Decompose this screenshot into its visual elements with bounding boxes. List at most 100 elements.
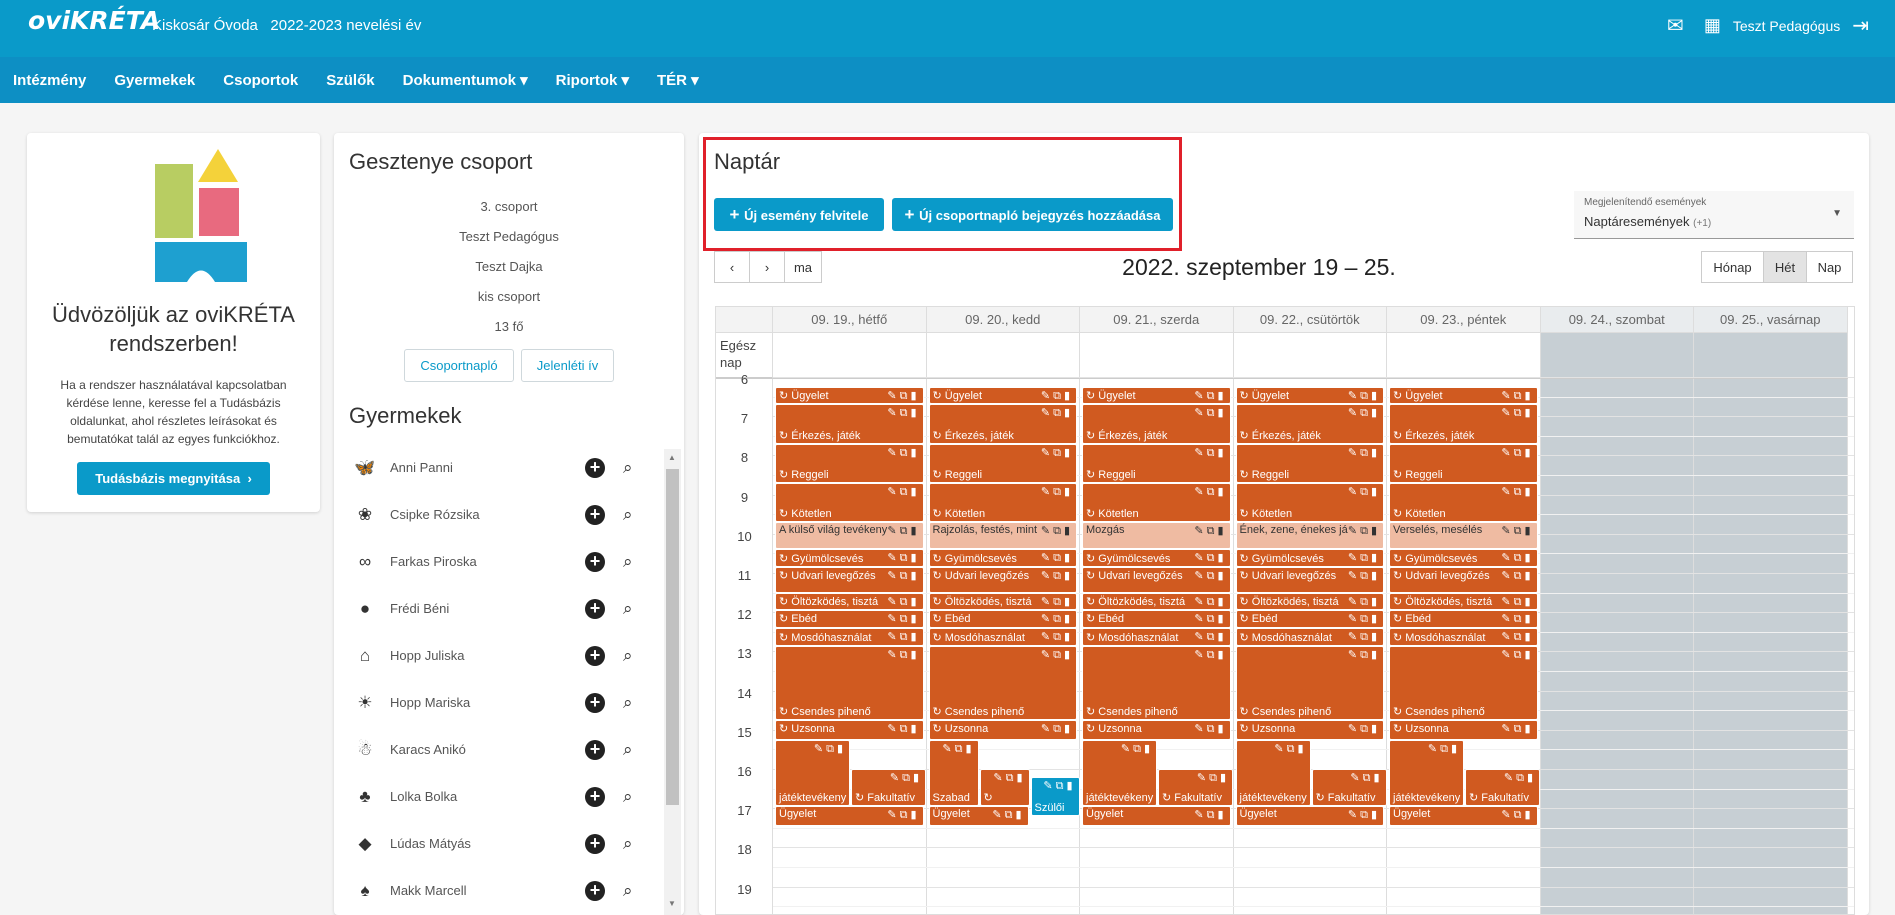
- attachment-icon[interactable]: ⌕: [623, 693, 633, 713]
- calendar-event[interactable]: ↻ Udvari levegőzés ✎⧉▮: [775, 567, 924, 593]
- calendar-event[interactable]: ↻ Ebéd ✎⧉▮: [1389, 610, 1538, 628]
- event-actions-icon[interactable]: ✎⧉▮: [1194, 406, 1226, 420]
- calendar-event[interactable]: ↻ Ebéd ✎⧉▮: [928, 610, 1077, 628]
- event-actions-icon[interactable]: ✎⧉▮: [1501, 595, 1533, 609]
- calendar-event[interactable]: ↻ Ebéd ✎⧉▮: [1235, 610, 1384, 628]
- event-actions-icon[interactable]: ✎⧉▮: [1121, 742, 1153, 756]
- calendar-event[interactable]: ↻ Öltözködés, tisztá ✎⧉▮: [1389, 592, 1538, 611]
- calendar-event[interactable]: ↻ Uzsonna ✎⧉▮: [1389, 720, 1538, 740]
- attachment-icon[interactable]: ⌕: [623, 834, 633, 854]
- calendar-event[interactable]: ↻ Kötetlen ✎⧉▮: [775, 482, 924, 523]
- calendar-event[interactable]: ↻ Reggeli ✎⧉▮: [1082, 443, 1231, 483]
- user-name[interactable]: Teszt Pedagógus: [1733, 18, 1840, 34]
- calendar-event[interactable]: ↻ Csendes pihenő ✎⧉▮: [1235, 645, 1384, 720]
- attachment-icon[interactable]: ⌕: [623, 505, 633, 525]
- event-actions-icon[interactable]: ✎⧉▮: [1501, 446, 1533, 460]
- event-actions-icon[interactable]: ✎⧉▮: [890, 771, 922, 785]
- calendar-event[interactable]: ↻ Fakultatív ✎⧉▮: [1311, 769, 1387, 807]
- calendar-event[interactable]: ↻ Érkezés, játék ✎⧉▮: [775, 404, 924, 444]
- calendar-event[interactable]: ↻ Uzsonna ✎⧉▮: [928, 720, 1077, 740]
- nav-intezmeny[interactable]: Intézmény: [13, 72, 86, 89]
- calendar-event[interactable]: ↻ Ebéd ✎⧉▮: [775, 610, 924, 628]
- calendar-event[interactable]: ↻ Fakultatív ✎⧉▮: [1158, 769, 1233, 807]
- event-actions-icon[interactable]: ✎⧉▮: [993, 771, 1025, 785]
- calendar-event[interactable]: ↻ ✎⧉▮: [979, 769, 1030, 807]
- calendar-event[interactable]: Verselés, mesélés ✎⧉▮: [1389, 522, 1538, 550]
- event-actions-icon[interactable]: ✎⧉▮: [1041, 524, 1073, 538]
- day-column[interactable]: [1540, 379, 1694, 914]
- calendar-event[interactable]: Ügyelet ✎⧉▮: [1389, 806, 1538, 826]
- event-actions-icon[interactable]: ✎⧉▮: [1348, 722, 1380, 736]
- event-actions-icon[interactable]: ✎⧉▮: [1043, 779, 1075, 793]
- attachment-icon[interactable]: ⌕: [623, 599, 633, 619]
- event-actions-icon[interactable]: ✎⧉▮: [1041, 389, 1073, 403]
- attachment-icon[interactable]: ⌕: [623, 552, 633, 572]
- event-actions-icon[interactable]: ✎⧉▮: [887, 524, 919, 538]
- calendar-event[interactable]: A külső világ tevékeny ✎⧉▮: [775, 522, 924, 550]
- event-actions-icon[interactable]: ✎⧉▮: [1041, 406, 1073, 420]
- event-actions-icon[interactable]: ✎⧉▮: [1348, 808, 1380, 822]
- event-actions-icon[interactable]: ✎⧉▮: [887, 569, 919, 583]
- calendar-event[interactable]: ↻ Udvari levegőzés ✎⧉▮: [1082, 567, 1231, 593]
- event-actions-icon[interactable]: ✎⧉▮: [1348, 612, 1380, 626]
- event-actions-icon[interactable]: ✎⧉▮: [1348, 569, 1380, 583]
- calendar-event[interactable]: ↻ Érkezés, játék ✎⧉▮: [928, 404, 1077, 444]
- children-scrollbar[interactable]: ▲ ▼: [664, 449, 681, 915]
- event-actions-icon[interactable]: ✎⧉▮: [1194, 446, 1226, 460]
- calendar-event[interactable]: ↻ Uzsonna ✎⧉▮: [1235, 720, 1384, 740]
- child-name[interactable]: Farkas Piroska: [390, 554, 585, 569]
- attachment-icon[interactable]: ⌕: [623, 881, 633, 901]
- child-name[interactable]: Csipke Rózsika: [390, 507, 585, 522]
- child-name[interactable]: Makk Marcell: [390, 883, 585, 898]
- nav-dokumentumok[interactable]: Dokumentumok ▾: [403, 71, 528, 89]
- event-actions-icon[interactable]: ✎⧉▮: [1194, 389, 1226, 403]
- calendar-event[interactable]: Ügyelet ✎⧉▮: [1235, 806, 1384, 826]
- logout-icon[interactable]: ⇥: [1852, 13, 1869, 38]
- calendar-event[interactable]: ↻ Reggeli ✎⧉▮: [1235, 443, 1384, 483]
- calendar-event[interactable]: ↻ Gyümölcsevés ✎⧉▮: [928, 549, 1077, 568]
- event-actions-icon[interactable]: ✎⧉▮: [1501, 406, 1533, 420]
- allday-cell[interactable]: [1080, 333, 1234, 379]
- calendar-event[interactable]: ↻ Ügyelet ✎⧉▮: [928, 386, 1077, 405]
- event-actions-icon[interactable]: ✎⧉▮: [1194, 485, 1226, 499]
- event-actions-icon[interactable]: ✎⧉▮: [887, 446, 919, 460]
- event-actions-icon[interactable]: ✎⧉▮: [1348, 406, 1380, 420]
- calendar-event[interactable]: ↻ Ebéd ✎⧉▮: [1082, 610, 1231, 628]
- child-name[interactable]: Frédi Béni: [390, 601, 585, 616]
- add-icon[interactable]: +: [585, 504, 605, 525]
- calendar-event[interactable]: ↻ Öltözködés, tisztá ✎⧉▮: [775, 592, 924, 611]
- calendar-event[interactable]: ↻ Ügyelet ✎⧉▮: [1082, 386, 1231, 405]
- nav-ter[interactable]: TÉR ▾: [657, 71, 699, 89]
- event-actions-icon[interactable]: ✎⧉▮: [1274, 742, 1306, 756]
- calendar-event[interactable]: ↻ Kötetlen ✎⧉▮: [1082, 482, 1231, 523]
- event-actions-icon[interactable]: ✎⧉▮: [1041, 446, 1073, 460]
- day-view-button[interactable]: Nap: [1806, 251, 1853, 283]
- calendar-event[interactable]: Mozgás ✎⧉▮: [1082, 522, 1231, 550]
- event-actions-icon[interactable]: ✎⧉▮: [1348, 485, 1380, 499]
- calendar-event[interactable]: ↻ Érkezés, játék ✎⧉▮: [1082, 404, 1231, 444]
- allday-cell[interactable]: [773, 333, 927, 379]
- calendar-event[interactable]: Szabad ✎⧉▮: [928, 739, 979, 807]
- allday-cell[interactable]: [926, 333, 1080, 379]
- add-icon[interactable]: +: [585, 551, 605, 572]
- event-actions-icon[interactable]: ✎⧉▮: [887, 648, 919, 662]
- add-icon[interactable]: +: [585, 645, 605, 666]
- calendar-event[interactable]: ↻ Udvari levegőzés ✎⧉▮: [1235, 567, 1384, 593]
- event-actions-icon[interactable]: ✎⧉▮: [1194, 630, 1226, 644]
- calendar-event[interactable]: ↻ Mosdóhasználat ✎⧉▮: [775, 627, 924, 646]
- event-actions-icon[interactable]: ✎⧉▮: [814, 742, 846, 756]
- calendar-event[interactable]: játéktevékeny ✎⧉▮: [1082, 739, 1157, 807]
- app-logo[interactable]: oviKRÉTA: [28, 6, 160, 35]
- attachment-icon[interactable]: ⌕: [623, 740, 633, 760]
- event-actions-icon[interactable]: ✎⧉▮: [1197, 771, 1229, 785]
- add-icon[interactable]: +: [585, 598, 605, 619]
- calendar-event[interactable]: Ügyelet ✎⧉▮: [1082, 806, 1231, 826]
- event-actions-icon[interactable]: ✎⧉▮: [1501, 630, 1533, 644]
- calendar-event[interactable]: játéktevékeny ✎⧉▮: [1235, 739, 1311, 807]
- child-name[interactable]: Karacs Anikó: [390, 742, 585, 757]
- calendar-event[interactable]: játéktevékeny ✎⧉▮: [1389, 739, 1464, 807]
- calendar-event[interactable]: ↻ Udvari levegőzés ✎⧉▮: [928, 567, 1077, 593]
- event-actions-icon[interactable]: ✎⧉▮: [1501, 722, 1533, 736]
- calendar-event[interactable]: ↻ Reggeli ✎⧉▮: [928, 443, 1077, 483]
- child-name[interactable]: Lúdas Mátyás: [390, 836, 585, 851]
